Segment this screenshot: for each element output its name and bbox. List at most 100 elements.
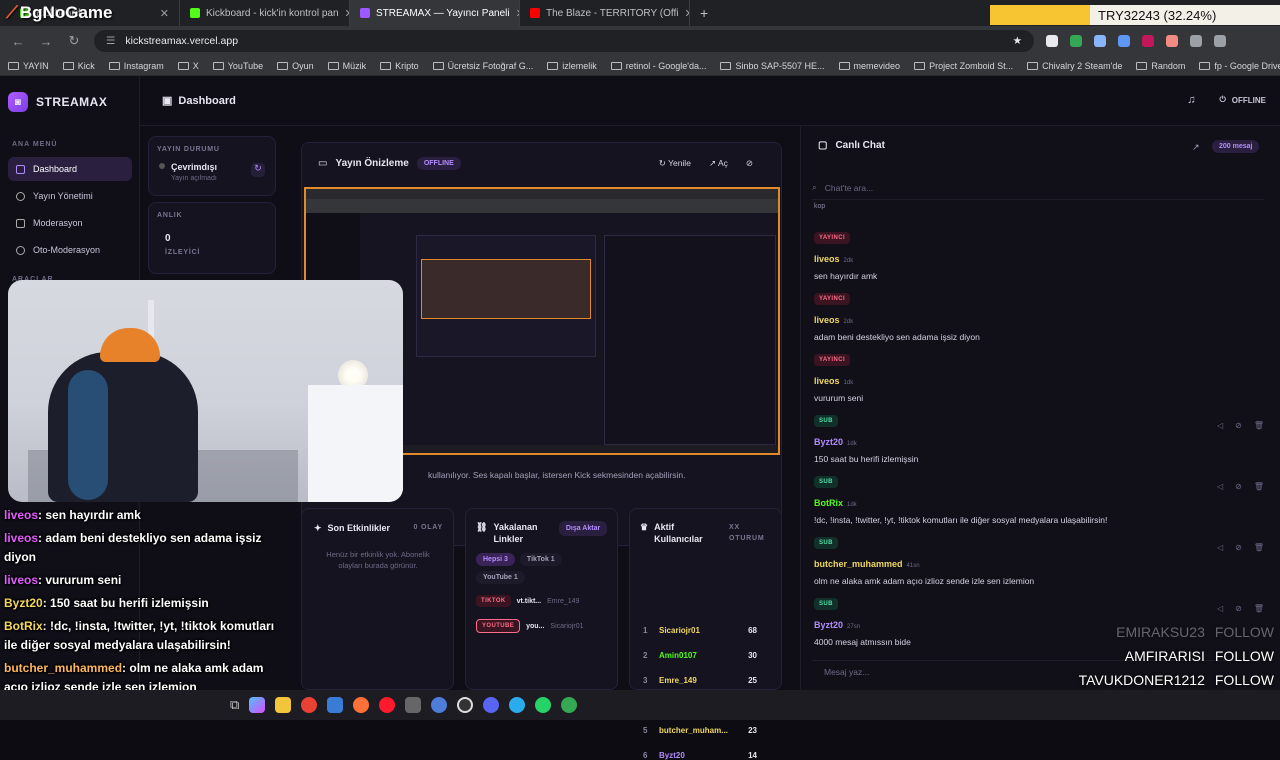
bookmark-item[interactable]: Müzik [327, 61, 366, 71]
active-user-row[interactable]: 2 Amin0107 30 [643, 651, 757, 660]
bookmark-item[interactable]: Ücretsiz Fotoğraf G... [432, 61, 533, 71]
app-icon[interactable] [327, 697, 344, 713]
export-button[interactable]: Dışa Aktar [559, 521, 607, 536]
copilot-icon[interactable] [249, 697, 266, 713]
site-info-icon[interactable]: ☰ [106, 35, 115, 47]
active-user-row[interactable]: 5 butcher_muham... 23 [643, 726, 757, 735]
bell-icon[interactable]: ♫ [1187, 94, 1195, 106]
extensions-icon[interactable] [1190, 35, 1202, 47]
refresh-status-button[interactable]: ↻ [251, 163, 265, 177]
delete-icon[interactable]: 🗑 [1254, 604, 1264, 613]
bookmark-item[interactable]: Kick [62, 61, 95, 71]
chat-message: YAYINCI liveos 2dk sen hayırdır amk [814, 226, 1264, 281]
chrome-icon[interactable] [301, 697, 318, 713]
bookmark-item[interactable]: Project Zomboid St... [914, 61, 1013, 71]
chat-time: 1dk [847, 441, 857, 447]
mute-icon[interactable]: ⊘ [746, 158, 753, 169]
message-actions: ◁ ⊘ 🗑 [1217, 482, 1264, 491]
chat-username[interactable]: Byzt20 [814, 620, 843, 630]
task-view-icon[interactable]: ⧉ [230, 697, 239, 713]
discord-icon[interactable] [483, 697, 500, 713]
chat-username[interactable]: Byzt20 [814, 437, 843, 447]
chat-username[interactable]: liveos [814, 315, 840, 325]
telegram-icon[interactable] [509, 697, 526, 713]
chat-username[interactable]: butcher_muhammed [814, 559, 903, 569]
timeout-icon[interactable]: ◁ [1217, 482, 1223, 491]
app-icon[interactable] [405, 697, 422, 713]
browser-tab[interactable]: Kickboard - kick'in kontrol pan✕ [180, 0, 350, 26]
extension-icon[interactable] [1094, 35, 1106, 47]
delete-icon[interactable]: 🗑 [1254, 543, 1264, 552]
browser-tab[interactable]: The Blaze - TERRITORY (Offi✕ [520, 0, 690, 26]
filter-tiktok[interactable]: TikTok 1 [519, 553, 562, 566]
forward-icon[interactable]: → [38, 34, 54, 49]
bookmark-item[interactable]: Oyun [277, 61, 314, 71]
ban-icon[interactable]: ⊘ [1235, 482, 1242, 491]
bookmark-item[interactable]: Instagram [108, 61, 164, 71]
ban-icon[interactable]: ⊘ [1235, 421, 1242, 430]
bookmark-item[interactable]: Sinbo SAP-5507 HE... [720, 61, 825, 71]
active-user-row[interactable]: 3 Emre_149 25 [643, 676, 757, 685]
ban-icon[interactable]: ⊘ [1235, 543, 1242, 552]
extension-icon[interactable] [1118, 35, 1130, 47]
close-icon[interactable]: ✕ [160, 7, 169, 20]
menu-icon[interactable] [1214, 35, 1226, 47]
sidebar-item-moderation[interactable]: Moderasyon [8, 211, 132, 235]
address-bar[interactable]: ☰ kickstreamax.vercel.app ★ [94, 30, 1034, 52]
active-user-row[interactable]: 6 Byzt20 14 [643, 751, 757, 760]
whatsapp-icon[interactable] [535, 697, 552, 713]
overlay-counter: TRY32243 (32.24%) [1090, 5, 1280, 25]
bookmark-item[interactable]: YouTube [212, 61, 263, 71]
opera-icon[interactable] [379, 697, 396, 713]
popout-icon[interactable]: ↗ [1192, 142, 1200, 153]
bookmark-item[interactable]: retinol - Google'da... [610, 61, 706, 71]
obs-icon[interactable] [457, 697, 474, 713]
delete-icon[interactable]: 🗑 [1254, 421, 1264, 430]
chat-username[interactable]: liveos [814, 376, 840, 386]
sidebar-item-dashboard[interactable]: Dashboard [8, 157, 132, 181]
firefox-icon[interactable] [353, 697, 370, 713]
bookmark-item[interactable]: memevideo [838, 61, 900, 71]
bookmark-item[interactable]: YAYIN [8, 61, 49, 71]
bookmark-item[interactable]: Chivalry 2 Steam'de [1027, 61, 1122, 71]
browser-tab-active[interactable]: STREAMAX — Yayıncı Paneli✕ [350, 0, 520, 26]
bookmark-item[interactable]: fp - Google Drive [1199, 61, 1280, 71]
bookmark-item[interactable]: Kripto [380, 61, 419, 71]
kick-icon [190, 8, 200, 18]
app-logo[interactable]: ◙ STREAMAX [8, 92, 107, 112]
new-tab-button[interactable]: + [690, 5, 708, 21]
open-button[interactable]: ↗ Aç [709, 158, 728, 169]
delete-icon[interactable]: 🗑 [1254, 482, 1264, 491]
monitor-icon: ▭ [318, 158, 328, 169]
reload-icon[interactable]: ↻ [66, 33, 82, 49]
bookmark-item[interactable]: X [177, 61, 199, 71]
refresh-button[interactable]: ↻ Yenile [659, 158, 691, 169]
bookmark-item[interactable]: izlemelik [547, 61, 597, 71]
timeout-icon[interactable]: ◁ [1217, 421, 1223, 430]
link-row[interactable]: TIKTOK vt.tikt... Emre_149 [476, 595, 612, 607]
extension-icon[interactable] [1046, 35, 1058, 47]
chat-username[interactable]: BotRix [814, 498, 843, 508]
active-user-row[interactable]: 1 Sicariojr01 68 [643, 626, 757, 635]
chrome-icon[interactable] [561, 697, 578, 713]
sidebar-item-broadcast[interactable]: Yayın Yönetimi [8, 184, 132, 208]
page-title: Dashboard [178, 94, 236, 107]
timeout-icon[interactable]: ◁ [1217, 604, 1223, 613]
bookmark-item[interactable]: Random [1136, 61, 1185, 71]
bookmark-star-icon[interactable]: ★ [1013, 35, 1022, 47]
back-icon[interactable]: ← [10, 34, 26, 49]
sidebar-item-automod[interactable]: Oto-Moderasyon [8, 238, 132, 262]
filter-all[interactable]: Hepsi 3 [476, 553, 515, 566]
extension-icon[interactable] [1070, 35, 1082, 47]
app-icon[interactable] [431, 697, 448, 713]
live-stats-card: ANLIK 0 İZLEYİCİ [148, 202, 276, 274]
ban-icon[interactable]: ⊘ [1235, 604, 1242, 613]
extension-icon[interactable] [1142, 35, 1154, 47]
chat-search-input[interactable]: ⌕ Chat'te ara... [812, 176, 1264, 200]
chat-username[interactable]: liveos [814, 254, 840, 264]
link-row[interactable]: YOUTUBE you... Sicariojr01 [476, 619, 612, 633]
filter-youtube[interactable]: YouTube 1 [476, 571, 525, 584]
timeout-icon[interactable]: ◁ [1217, 543, 1223, 552]
file-explorer-icon[interactable] [275, 697, 292, 713]
extension-icon[interactable] [1166, 35, 1178, 47]
